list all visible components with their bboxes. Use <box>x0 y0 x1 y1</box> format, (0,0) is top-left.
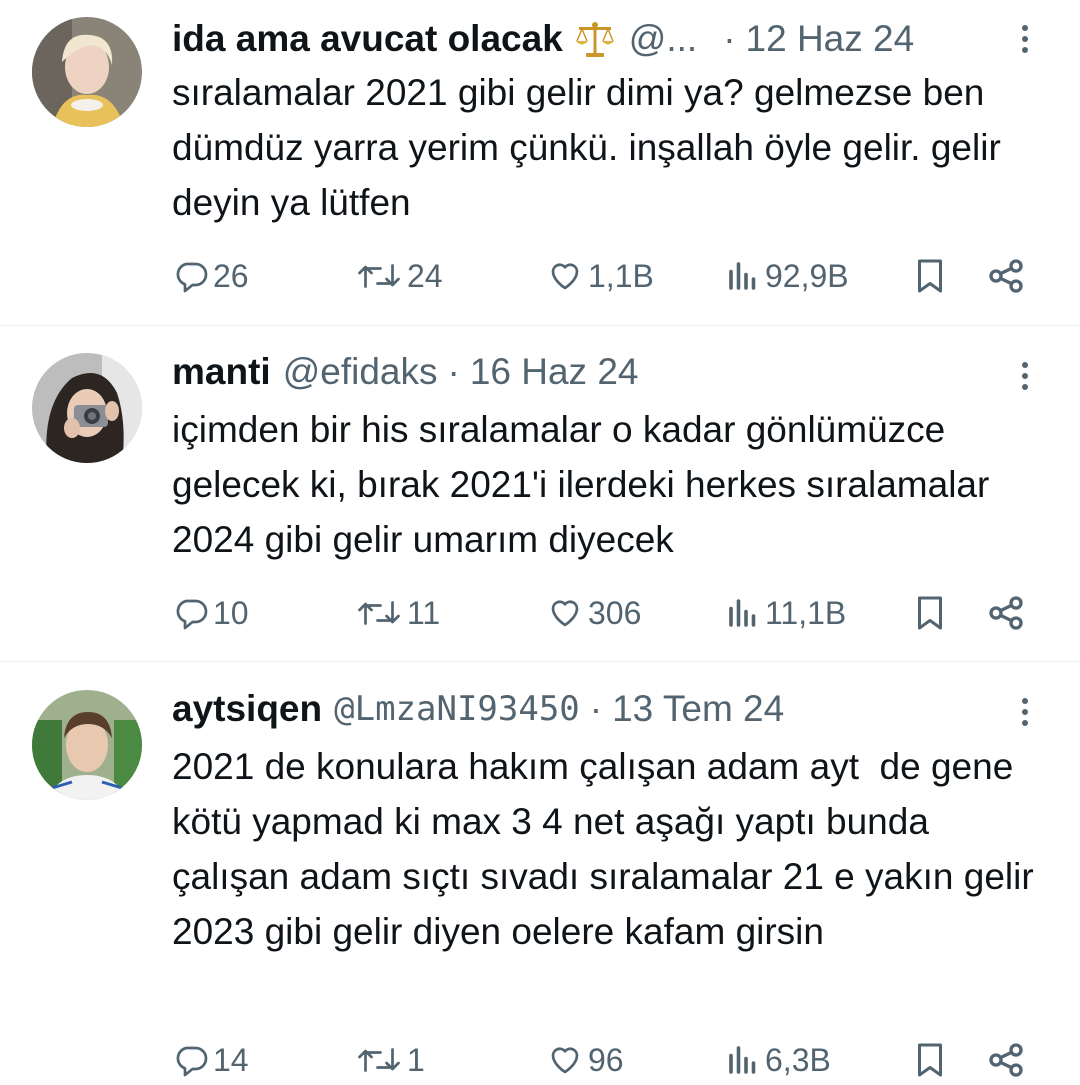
avatar[interactable] <box>32 17 142 127</box>
tweet-text: içimden bir his sıralamalar o kadar gönl… <box>172 409 1000 560</box>
separator-dot: · <box>447 351 460 392</box>
like-count: 306 <box>588 594 642 631</box>
tweet-3[interactable]: aytsiqen @LmzaNI93450 · 13 Tem 24 2021 d… <box>0 662 1080 1080</box>
share-icon <box>986 593 1026 633</box>
handle[interactable]: @LmzaNI93450 <box>334 684 580 734</box>
bookmark-button[interactable] <box>912 251 952 301</box>
like-count: 1,1B <box>588 257 654 294</box>
scales-icon <box>573 17 617 61</box>
view-count: 11,1B <box>765 594 847 631</box>
avatar[interactable] <box>32 690 142 800</box>
retweet-icon <box>355 595 403 631</box>
more-options-icon[interactable] <box>1010 19 1040 59</box>
more-options-icon[interactable] <box>1010 692 1040 732</box>
share-icon <box>986 256 1026 296</box>
retweet-count: 11 <box>407 594 441 631</box>
separator-dot: · <box>723 18 736 59</box>
bookmark-button[interactable] <box>912 1035 952 1085</box>
like-button[interactable]: 1,1B <box>546 251 654 301</box>
tweet-text: 2021 de konulara hakım çalışan adam ayt … <box>172 746 1044 952</box>
retweet-icon <box>355 258 403 294</box>
display-name[interactable]: ida ama avucat olacak <box>172 14 563 64</box>
like-count: 96 <box>588 1041 624 1078</box>
retweet-count: 24 <box>407 257 443 294</box>
view-count: 92,9B <box>765 257 849 294</box>
tweet-header: manti @efidaks · 16 Haz 24 <box>172 347 638 397</box>
retweet-button[interactable]: 1 <box>355 1035 425 1085</box>
display-name[interactable]: manti <box>172 347 271 397</box>
views-chart-icon <box>725 595 761 631</box>
display-name[interactable]: aytsiqen <box>172 684 322 734</box>
bookmark-icon <box>912 256 948 296</box>
reply-button[interactable]: 26 <box>173 251 249 301</box>
tweet-header: aytsiqen @LmzaNI93450 · 13 Tem 24 <box>172 684 784 734</box>
reply-icon <box>173 1042 209 1078</box>
share-button[interactable] <box>986 588 1030 638</box>
timestamp[interactable]: 16 Haz 24 <box>470 347 639 397</box>
retweet-count: 1 <box>407 1041 425 1078</box>
share-icon <box>986 1040 1026 1080</box>
bookmark-icon <box>912 1040 948 1080</box>
bookmark-button[interactable] <box>912 588 952 638</box>
separator-dot: · <box>589 688 603 729</box>
avatar[interactable] <box>32 353 142 463</box>
handle[interactable]: @... <box>629 14 697 64</box>
tweet-2[interactable]: manti @efidaks · 16 Haz 24 içimden bir h… <box>0 326 1080 662</box>
reply-count: 10 <box>213 594 249 631</box>
tweet-1[interactable]: ida ama avucat olacak @... · 12 Haz 24 s… <box>0 0 1080 326</box>
views-button[interactable]: 92,9B <box>725 251 849 301</box>
handle[interactable]: @efidaks <box>283 347 438 397</box>
action-bar: 14 1 96 6,3B <box>0 1035 1080 1085</box>
timestamp[interactable]: 12 Haz 24 <box>746 14 915 64</box>
views-chart-icon <box>725 1042 761 1078</box>
retweet-button[interactable]: 24 <box>355 251 443 301</box>
bookmark-icon <box>912 593 948 633</box>
heart-icon <box>546 1042 584 1078</box>
share-button[interactable] <box>986 1035 1030 1085</box>
reply-icon <box>173 595 209 631</box>
reply-button[interactable]: 14 <box>173 1035 249 1085</box>
reply-icon <box>173 258 209 294</box>
views-chart-icon <box>725 258 761 294</box>
like-button[interactable]: 96 <box>546 1035 624 1085</box>
action-bar: 10 11 306 11,1B <box>0 588 1080 638</box>
tweet-header: ida ama avucat olacak @... · 12 Haz 24 <box>172 14 914 64</box>
heart-icon <box>546 595 584 631</box>
retweet-button[interactable]: 11 <box>355 588 440 638</box>
like-button[interactable]: 306 <box>546 588 641 638</box>
action-bar: 26 24 1,1B 92,9B <box>0 251 1080 301</box>
retweet-icon <box>355 1042 403 1078</box>
view-count: 6,3B <box>765 1041 831 1078</box>
tweet-text: sıralamalar 2021 gibi gelir dimi ya? gel… <box>172 72 1012 223</box>
views-button[interactable]: 6,3B <box>725 1035 831 1085</box>
views-button[interactable]: 11,1B <box>725 588 846 638</box>
reply-count: 26 <box>213 257 249 294</box>
share-button[interactable] <box>986 251 1030 301</box>
heart-icon <box>546 258 584 294</box>
timestamp[interactable]: 13 Tem 24 <box>612 684 784 734</box>
more-options-icon[interactable] <box>1010 356 1040 396</box>
reply-button[interactable]: 10 <box>173 588 249 638</box>
reply-count: 14 <box>213 1041 249 1078</box>
